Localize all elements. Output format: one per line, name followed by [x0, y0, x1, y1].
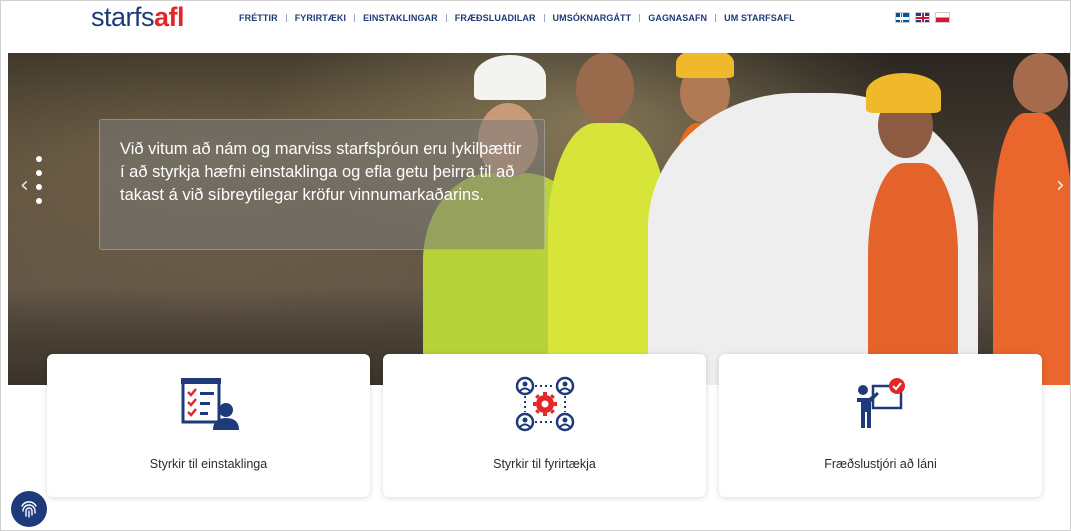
slider-dot[interactable]: [36, 184, 42, 190]
language-switcher: [895, 12, 950, 23]
iceland-flag-icon[interactable]: [895, 12, 910, 23]
nav-um-starfsafl[interactable]: UM STARFSAFL: [724, 13, 795, 23]
logo-text-afl: afl: [154, 2, 185, 32]
nav-separator: [354, 14, 356, 22]
slider-dot[interactable]: [36, 198, 42, 204]
fingerprint-button[interactable]: [11, 491, 47, 527]
uk-flag-icon[interactable]: [915, 12, 930, 23]
nav-einstaklingar[interactable]: EINSTAKLINGAR: [363, 13, 438, 23]
worker-figure: [868, 163, 958, 385]
slider-next-icon[interactable]: ›: [1056, 173, 1065, 198]
logo[interactable]: starfsafl: [91, 2, 185, 32]
slider-prev-icon[interactable]: ‹: [20, 173, 29, 198]
nav-separator: [715, 14, 717, 22]
worker-figure: [1013, 53, 1068, 113]
card-styrkir-einstaklinga[interactable]: Styrkir til einstaklinga: [47, 354, 370, 497]
card-styrkir-fyrirtaekja[interactable]: Styrkir til fyrirtækja: [383, 354, 706, 497]
card-label: Styrkir til fyrirtækja: [493, 457, 596, 471]
page: starfsafl FRÉTTIR FYRIRTÆKI EINSTAKLINGA…: [0, 0, 1071, 531]
card-label: Styrkir til einstaklinga: [149, 457, 268, 471]
nav-frettir[interactable]: FRÉTTIR: [239, 13, 278, 23]
nav-separator: [285, 14, 287, 22]
nav-fraedsluadilar[interactable]: FRÆÐSLUADILAR: [455, 13, 536, 23]
worker-figure: [866, 73, 941, 113]
worker-figure: [474, 55, 546, 100]
slider-dots: [36, 156, 42, 204]
card-fraedslustjori-ad-lani[interactable]: Fræðslustjóri að láni: [719, 354, 1042, 497]
worker-figure: [576, 53, 634, 123]
presenter-board-icon: [856, 378, 905, 428]
header: starfsafl FRÉTTIR FYRIRTÆKI EINSTAKLINGA…: [1, 1, 1070, 53]
nav-umsoknargatt[interactable]: UMSÓKNARGÁTT: [553, 13, 632, 23]
slider-dot[interactable]: [36, 170, 42, 176]
fingerprint-icon: [21, 501, 37, 518]
hero-caption: Við vitum að nám og marviss starfsþróun …: [99, 119, 545, 250]
team-gear-icon: [515, 376, 574, 432]
logo-text-starfs: starfs: [91, 2, 155, 32]
hero-slider: Við vitum að nám og marviss starfsþróun …: [8, 53, 1070, 385]
checklist-person-icon: [180, 378, 239, 430]
nav-separator: [639, 14, 641, 22]
card-label: Fræðslustjóri að láni: [824, 457, 937, 471]
main-nav: FRÉTTIR FYRIRTÆKI EINSTAKLINGAR FRÆÐSLUA…: [239, 13, 795, 23]
nav-separator: [543, 14, 545, 22]
hero-caption-text: Við vitum að nám og marviss starfsþróun …: [120, 140, 522, 204]
slider-dot[interactable]: [36, 156, 42, 162]
worker-figure: [676, 53, 734, 78]
nav-gagnasafn[interactable]: GAGNASAFN: [648, 13, 707, 23]
nav-separator: [445, 14, 447, 22]
nav-fyrirtaeki[interactable]: FYRIRTÆKI: [295, 13, 346, 23]
worker-figure: [993, 113, 1070, 385]
poland-flag-icon[interactable]: [935, 12, 950, 23]
